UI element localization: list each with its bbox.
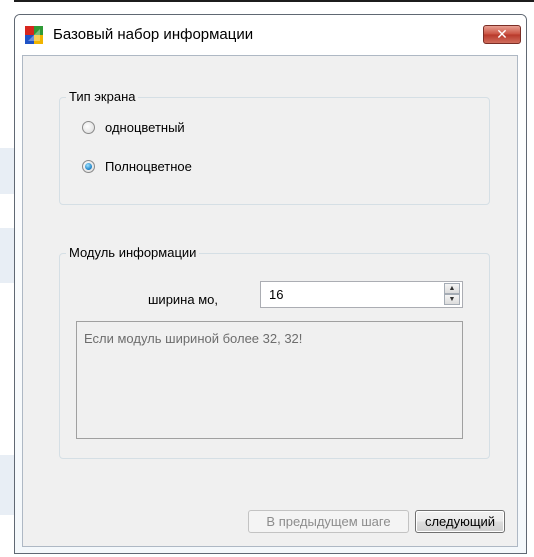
screen-top-edge xyxy=(0,0,534,2)
dialog-window: Базовый набор информации ✕ Тип экрана од… xyxy=(14,14,527,554)
info-module-group: Модуль информации ширина мо, ▲ ▼ Если мо… xyxy=(59,245,490,459)
window-title: Базовый набор информации xyxy=(53,26,254,43)
close-button[interactable]: ✕ xyxy=(483,25,521,44)
app-icon xyxy=(25,26,43,44)
radio-option-monochrome[interactable]: одноцветный xyxy=(82,117,185,137)
radio-label: одноцветный xyxy=(105,119,185,135)
screen-type-group: Тип экрана одноцветный Полноцветное xyxy=(59,89,490,205)
info-module-group-title: Модуль информации xyxy=(66,245,200,260)
radio-label: Полноцветное xyxy=(105,158,192,174)
spin-up-button[interactable]: ▲ xyxy=(444,283,460,294)
module-width-spinbox[interactable]: ▲ ▼ xyxy=(260,281,463,308)
close-icon: ✕ xyxy=(496,26,508,42)
dialog-content: Тип экрана одноцветный Полноцветное Моду… xyxy=(22,55,518,547)
title-bar[interactable]: Базовый набор информации ✕ xyxy=(15,15,526,55)
module-width-input[interactable] xyxy=(261,282,441,307)
screen-type-group-title: Тип экрана xyxy=(66,89,139,104)
radio-button[interactable] xyxy=(82,120,95,134)
chevron-up-icon: ▲ xyxy=(448,285,456,292)
radio-option-fullcolor[interactable]: Полноцветное xyxy=(82,156,192,176)
radio-button-selected[interactable] xyxy=(82,159,95,173)
next-button[interactable]: следующий xyxy=(415,510,505,533)
module-hint-text: Если модуль шириной более 32, 32! xyxy=(76,321,463,439)
spin-down-button[interactable]: ▼ xyxy=(444,294,460,305)
background-strip xyxy=(0,0,14,557)
chevron-down-icon: ▼ xyxy=(448,296,456,303)
module-width-label: ширина мо, xyxy=(148,292,218,307)
previous-step-button[interactable]: В предыдущем шаге xyxy=(248,510,409,533)
